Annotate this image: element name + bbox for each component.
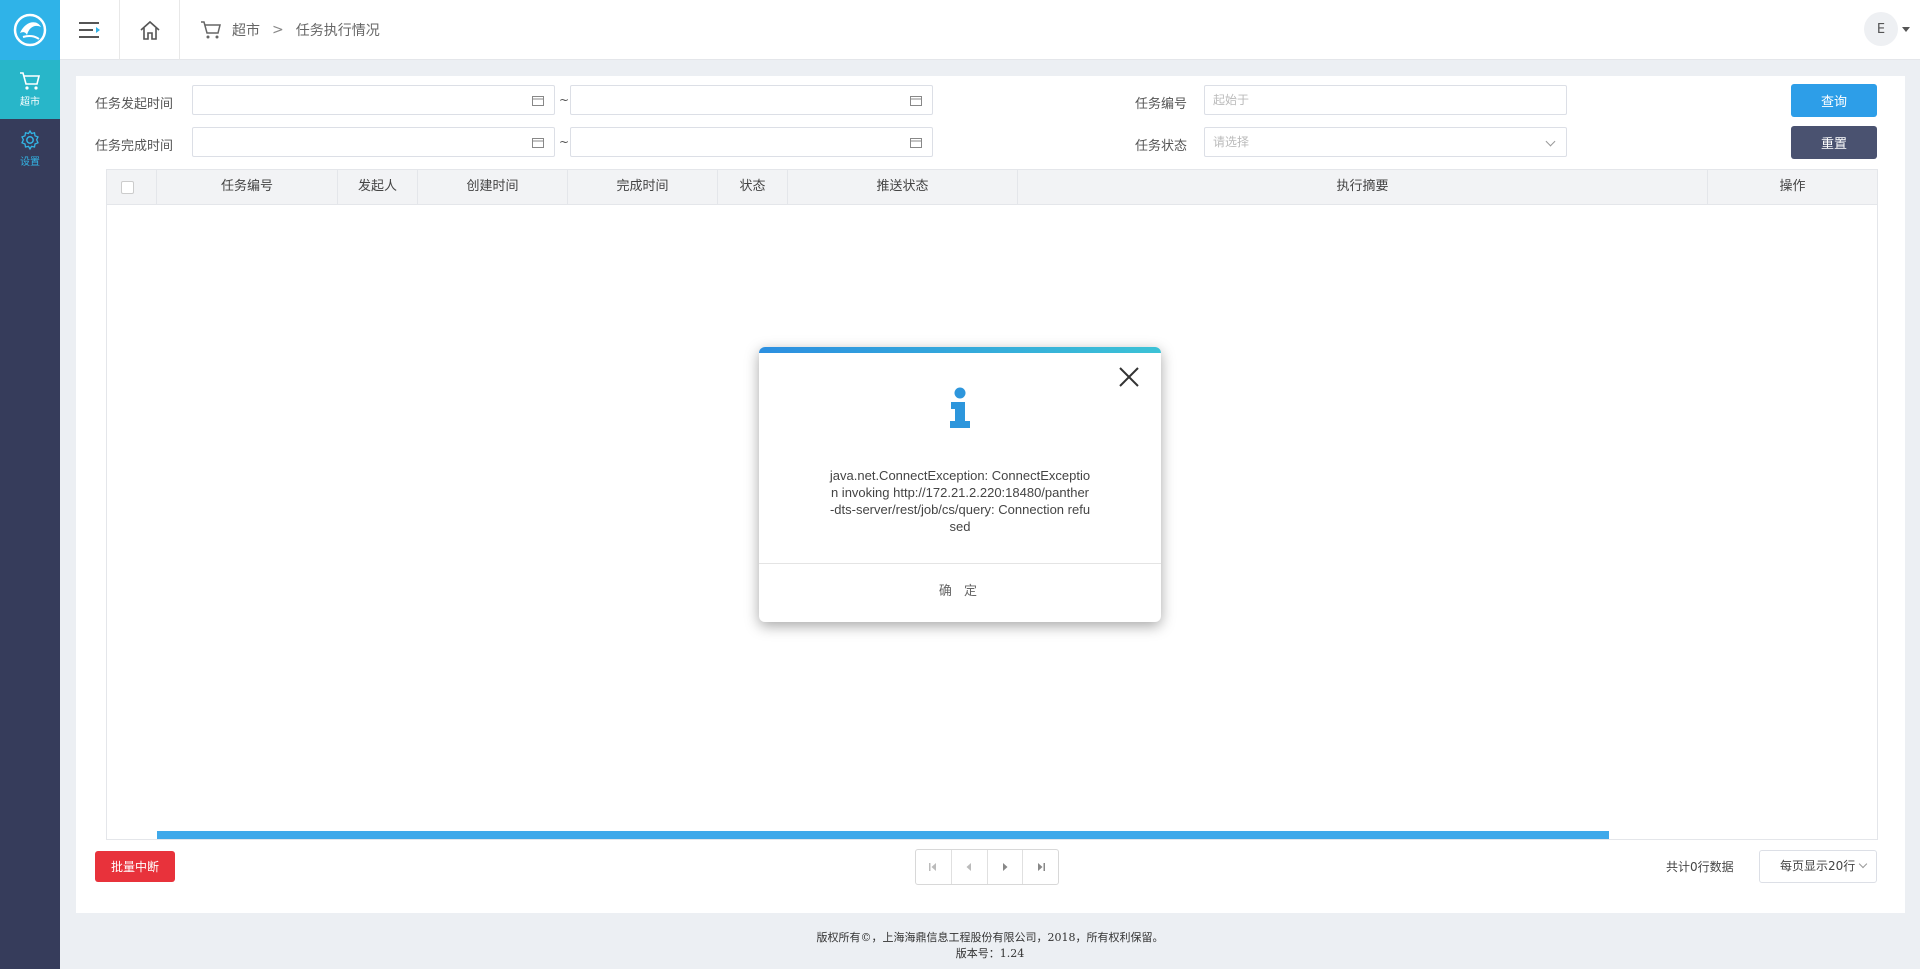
start-time-from-input[interactable] <box>192 85 555 115</box>
cart-icon <box>20 72 41 90</box>
breadcrumb: 超市 > 任务执行情况 <box>200 0 380 60</box>
end-time-label: 任务完成时间 <box>95 139 174 154</box>
query-button[interactable]: 查询 <box>1791 84 1877 117</box>
reset-button[interactable]: 重置 <box>1791 126 1877 159</box>
last-page-icon <box>1037 863 1045 871</box>
column-header-status[interactable]: 状态 <box>718 170 788 205</box>
calendar-icon <box>532 138 544 148</box>
sidebar: 超市 设置 <box>0 0 60 969</box>
breadcrumb-item-market[interactable]: 超市 <box>232 20 260 40</box>
task-no-label: 任务编号 <box>1135 97 1188 112</box>
cart-icon <box>201 21 221 39</box>
column-header-completed[interactable]: 完成时间 <box>568 170 718 205</box>
last-page-button[interactable] <box>1023 850 1058 884</box>
calendar-icon <box>532 96 544 106</box>
status-label: 任务状态 <box>1135 139 1188 154</box>
calendar-icon <box>910 96 922 106</box>
page-size-value: 每页显示20行 <box>1780 859 1856 873</box>
total-count: 共计0行数据 <box>1666 860 1734 874</box>
pagination <box>915 849 1059 885</box>
column-header-actions: 操作 <box>1779 179 1806 194</box>
table-header: 任务编号 发起人 创建时间 完成时间 状态 推送状态 执行摘要 操作 <box>107 170 1877 205</box>
chevron-down-icon <box>1545 136 1556 147</box>
breadcrumb-separator: > <box>272 22 284 38</box>
sidebar-item-label: 超市 <box>20 97 40 108</box>
home-button[interactable] <box>120 0 180 60</box>
status-select[interactable]: 请选择 <box>1204 127 1567 157</box>
footer: 版权所有©，上海海鼎信息工程股份有限公司，2018，所有权利保留。 版本号：1.… <box>60 930 1920 962</box>
next-page-button[interactable] <box>988 850 1024 884</box>
column-header-summary[interactable]: 执行摘要 <box>1018 170 1708 205</box>
calendar-icon <box>910 138 922 148</box>
select-all-checkbox[interactable] <box>121 181 134 194</box>
first-page-button[interactable] <box>916 850 952 884</box>
column-header-initiator[interactable]: 发起人 <box>338 170 418 205</box>
close-button[interactable] <box>1117 365 1141 389</box>
dialog-top-bar <box>759 347 1161 353</box>
prev-page-icon <box>966 863 972 871</box>
chevron-down-icon <box>1902 26 1910 32</box>
range-separator: ~ <box>559 135 570 149</box>
sidebar-item-settings[interactable]: 设置 <box>0 119 60 178</box>
first-page-icon <box>929 863 937 871</box>
end-time-to-input[interactable] <box>570 127 933 157</box>
menu-icon <box>78 22 100 38</box>
info-icon <box>946 387 974 433</box>
end-time-from-input[interactable] <box>192 127 555 157</box>
sidebar-item-label: 设置 <box>20 157 40 168</box>
error-dialog: java.net.ConnectException: ConnectExcept… <box>759 347 1161 622</box>
batch-interrupt-button[interactable]: 批量中断 <box>95 851 175 882</box>
menu-toggle-button[interactable] <box>60 0 120 60</box>
column-header-created[interactable]: 创建时间 <box>418 170 568 205</box>
page-size-select[interactable]: 每页显示20行 <box>1759 850 1877 883</box>
copyright-text: 版权所有©，上海海鼎信息工程股份有限公司，2018，所有权利保留。 <box>816 931 1164 944</box>
confirm-button[interactable]: 确 定 <box>759 564 1161 622</box>
breadcrumb-item-current: 任务执行情况 <box>295 23 380 39</box>
version-text: 版本号：1.24 <box>955 947 1025 960</box>
gear-icon <box>21 129 39 151</box>
close-icon <box>1119 367 1139 387</box>
dialog-message: java.net.ConnectException: ConnectExcept… <box>829 468 1091 534</box>
column-header-task-no[interactable]: 任务编号 <box>157 170 338 205</box>
home-icon <box>139 20 160 40</box>
topbar: 超市 > 任务执行情况 E <box>60 0 1920 60</box>
column-header-push-status[interactable]: 推送状态 <box>788 170 1018 205</box>
app-logo[interactable] <box>0 0 60 60</box>
select-all-cell <box>107 170 157 205</box>
start-time-to-input[interactable] <box>570 85 933 115</box>
start-time-label: 任务发起时间 <box>95 97 174 112</box>
task-no-input[interactable]: 起始于 <box>1204 85 1567 115</box>
chevron-down-icon <box>1858 859 1868 869</box>
next-page-icon <box>1002 863 1008 871</box>
sidebar-item-market[interactable]: 超市 <box>0 60 60 119</box>
user-menu[interactable]: E <box>1864 12 1910 46</box>
status-select-placeholder: 请选择 <box>1213 135 1250 149</box>
logo-icon <box>13 13 47 47</box>
prev-page-button[interactable] <box>952 850 988 884</box>
avatar[interactable]: E <box>1864 12 1898 46</box>
range-separator: ~ <box>559 93 570 107</box>
horizontal-scrollbar[interactable] <box>157 831 1609 839</box>
